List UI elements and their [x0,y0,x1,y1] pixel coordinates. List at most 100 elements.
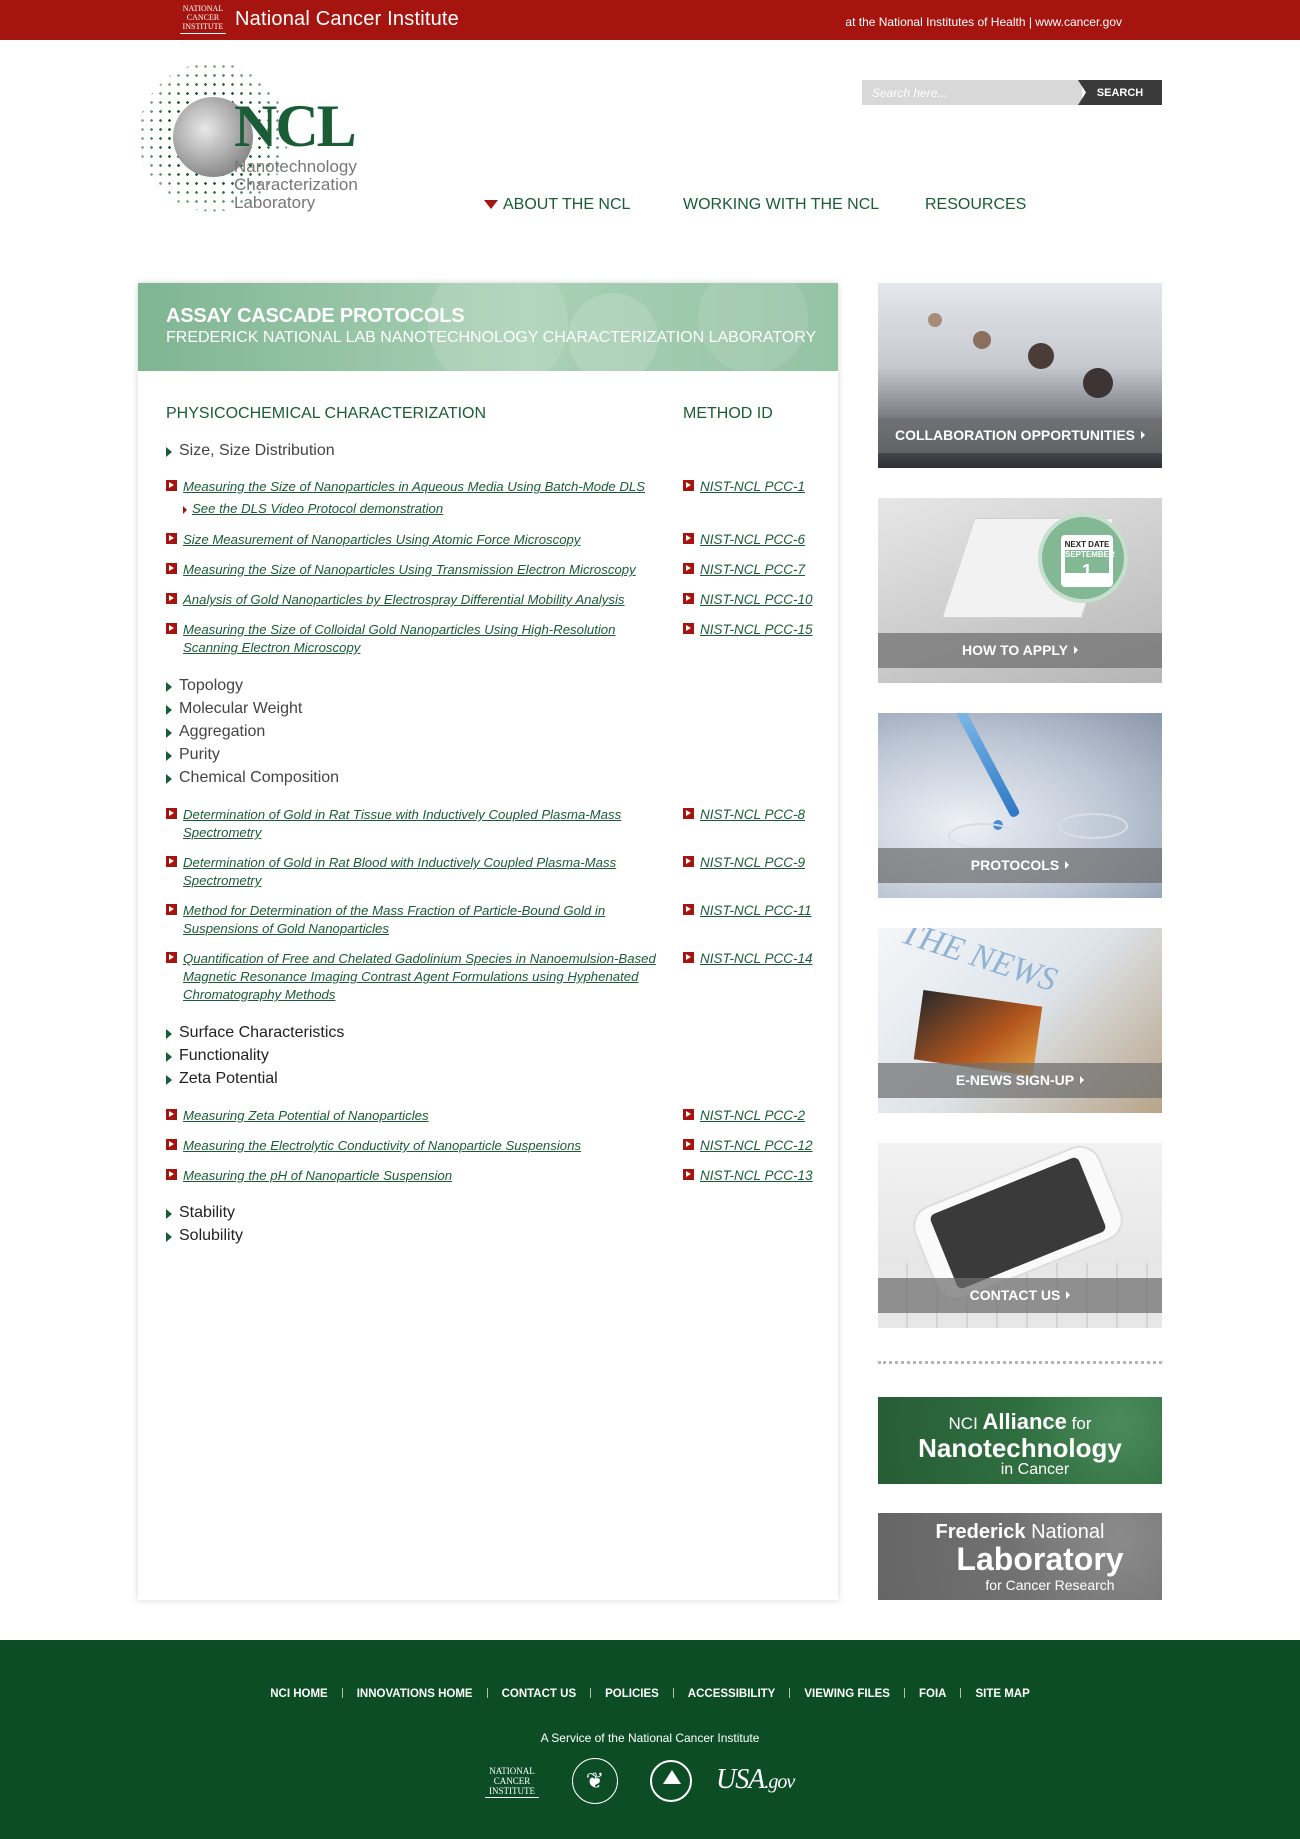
contact-us-card[interactable]: CONTACT US [878,1143,1162,1328]
how-to-apply-card[interactable]: NEXT DATE SEPTEMBER 1 HOW TO APPLY [878,498,1162,683]
method-id-link[interactable]: NIST-NCL PCC-14 [700,950,813,968]
arrow-icon [683,480,694,491]
category-aggregation[interactable]: Aggregation [166,723,265,741]
method-id-link[interactable]: NIST-NCL PCC-7 [700,561,805,579]
method-id-link[interactable]: NIST-NCL PCC-10 [700,591,813,609]
method-id-link[interactable]: NIST-NCL PCC-13 [700,1167,813,1185]
arrow-icon [166,904,177,915]
protocol-link[interactable]: Measuring the Size of Colloidal Gold Nan… [183,621,663,657]
arrow-icon [166,1169,177,1180]
arrow-icon [683,904,694,915]
arrow-icon [166,480,177,491]
category-chemical-composition[interactable]: Chemical Composition [166,769,339,787]
arrow-icon [166,952,177,963]
footer-link-innovations-home[interactable]: INNOVATIONS HOME [343,1688,487,1700]
protocol-link[interactable]: Measuring the Size of Nanoparticles in A… [183,478,663,496]
protocols-card[interactable]: PROTOCOLS [878,713,1162,898]
protocol-link[interactable]: Size Measurement of Nanoparticles Using … [183,531,663,549]
page-banner: ASSAY CASCADE PROTOCOLS FREDERICK NATION… [138,283,838,371]
hhs-eagle-icon[interactable]: ❦ [572,1758,618,1804]
card-caption: PROTOCOLS [878,848,1162,883]
arrow-icon [683,1169,694,1180]
next-date-month: SEPTEMBER [1065,550,1115,559]
footer-link-viewing-files[interactable]: VIEWING FILES [790,1688,904,1700]
footer-links: NCI HOME INNOVATIONS HOME CONTACT US POLICI… [0,1688,1300,1700]
footer-link-foia[interactable]: FOIA [905,1688,960,1700]
next-date-label: NEXT DATE [1064,540,1110,549]
protocol-link[interactable]: Method for Determination of the Mass Fra… [183,902,663,938]
next-date-day: 1 [1081,561,1092,581]
method-id-link[interactable]: NIST-NCL PCC-2 [700,1107,805,1125]
arrow-icon [166,563,177,574]
category-functionality[interactable]: Functionality [166,1047,269,1065]
nav-about-ncl[interactable]: ABOUT THE NCL [503,196,630,214]
category-solubility[interactable]: Solubility [166,1227,243,1245]
arrow-icon [683,1109,694,1120]
footer-link-contact-us[interactable]: CONTACT US [488,1688,591,1700]
protocol-link[interactable]: Measuring Zeta Potential of Nanoparticle… [183,1107,663,1125]
column-header-method-id: METHOD ID [683,405,773,422]
dls-video-link[interactable]: See the DLS Video Protocol demonstration [183,501,443,516]
ncl-logo[interactable]: NCL Nanotechnology Characterization Labo… [138,62,368,217]
arrow-icon [683,1139,694,1150]
method-id-link[interactable]: NIST-NCL PCC-9 [700,854,805,872]
protocol-link[interactable]: Measuring the pH of Nanoparticle Suspens… [183,1167,663,1185]
category-molecular-weight[interactable]: Molecular Weight [166,700,302,718]
method-id-link[interactable]: NIST-NCL PCC-12 [700,1137,813,1155]
footer-link-accessibility[interactable]: ACCESSIBILITY [674,1688,790,1700]
newspaper-image: THE NEWS [896,928,1062,1000]
arrow-icon [166,623,177,634]
arrow-icon [683,533,694,544]
protocol-link[interactable]: Measuring the Electrolytic Conductivity … [183,1137,663,1155]
footer-logos: NATIONAL CANCER INSTITUTE ❦ USA.gov [0,1758,1300,1808]
nci-title[interactable]: National Cancer Institute [235,8,459,31]
protocol-link[interactable]: Quantification of Free and Chelated Gado… [183,950,663,1004]
protocol-link[interactable]: Measuring the Size of Nanoparticles Usin… [183,561,663,579]
arrow-icon [166,533,177,544]
search-button[interactable]: SEARCH [1078,80,1162,105]
method-id-link[interactable]: NIST-NCL PCC-6 [700,531,805,549]
method-id-link[interactable]: NIST-NCL PCC-8 [700,806,805,824]
category-purity[interactable]: Purity [166,746,220,764]
service-text: A Service of the National Cancer Institu… [540,1731,760,1745]
protocol-link[interactable]: Determination of Gold in Rat Blood with … [183,854,663,890]
footer-link-site-map[interactable]: SITE MAP [961,1688,1043,1700]
nih-link[interactable]: at the National Institutes of Health | w… [845,15,1122,29]
usa-gov-logo[interactable]: USA.gov [716,1764,795,1796]
dotted-divider [878,1361,1162,1364]
method-id-link[interactable]: NIST-NCL PCC-15 [700,621,813,639]
page-subtitle: FREDERICK NATIONAL LAB NANOTECHNOLOGY CH… [166,329,817,346]
card-caption: E-NEWS SIGN-UP [878,1063,1162,1098]
arrow-icon [683,623,694,634]
card-caption: HOW TO APPLY [878,633,1162,668]
search-input[interactable] [862,80,1082,105]
enews-signup-card[interactable]: THE NEWS E-NEWS SIGN-UP [878,928,1162,1113]
nih-seal-icon[interactable] [650,1760,692,1802]
card-caption: CONTACT US [878,1278,1162,1313]
main-panel: ASSAY CASCADE PROTOCOLS FREDERICK NATION… [138,283,838,1600]
category-zeta-potential[interactable]: Zeta Potential [166,1070,278,1088]
protocol-link[interactable]: Determination of Gold in Rat Tissue with… [183,806,663,842]
nav-resources[interactable]: RESOURCES [925,196,1026,214]
nav-working-with-ncl[interactable]: WORKING WITH THE NCL [683,196,879,214]
footer-link-nci-home[interactable]: NCI HOME [256,1688,342,1700]
arrow-icon [166,1139,177,1150]
search-bar: SEARCH [862,80,1162,105]
category-size[interactable]: Size, Size Distribution [166,442,335,460]
nci-alliance-banner[interactable]: NCI Alliance for Nanotechnology in Cance… [878,1397,1162,1484]
category-surface-characteristics[interactable]: Surface Characteristics [166,1024,344,1042]
next-date-badge: NEXT DATE SEPTEMBER 1 [1038,513,1128,603]
footer-link-policies[interactable]: POLICIES [591,1688,673,1700]
collaboration-opportunities-card[interactable]: COLLABORATION OPPORTUNITIES [878,283,1162,468]
nci-logo[interactable]: NATIONAL CANCER INSTITUTE [180,4,226,34]
category-stability[interactable]: Stability [166,1204,235,1222]
method-id-link[interactable]: NIST-NCL PCC-1 [700,478,805,496]
ncl-logo-subtitle: Nanotechnology Characterization Laborato… [234,157,358,212]
page-title: ASSAY CASCADE PROTOCOLS [166,305,465,327]
protocol-link[interactable]: Analysis of Gold Nanoparticles by Electr… [183,591,663,609]
category-topology[interactable]: Topology [166,677,243,695]
method-id-link[interactable]: NIST-NCL PCC-11 [700,902,812,920]
nci-footer-logo[interactable]: NATIONAL CANCER INSTITUTE [485,1766,539,1798]
frederick-national-lab-banner[interactable]: Frederick National Laboratory for Cancer… [878,1513,1162,1600]
card-caption: COLLABORATION OPPORTUNITIES [878,418,1162,453]
